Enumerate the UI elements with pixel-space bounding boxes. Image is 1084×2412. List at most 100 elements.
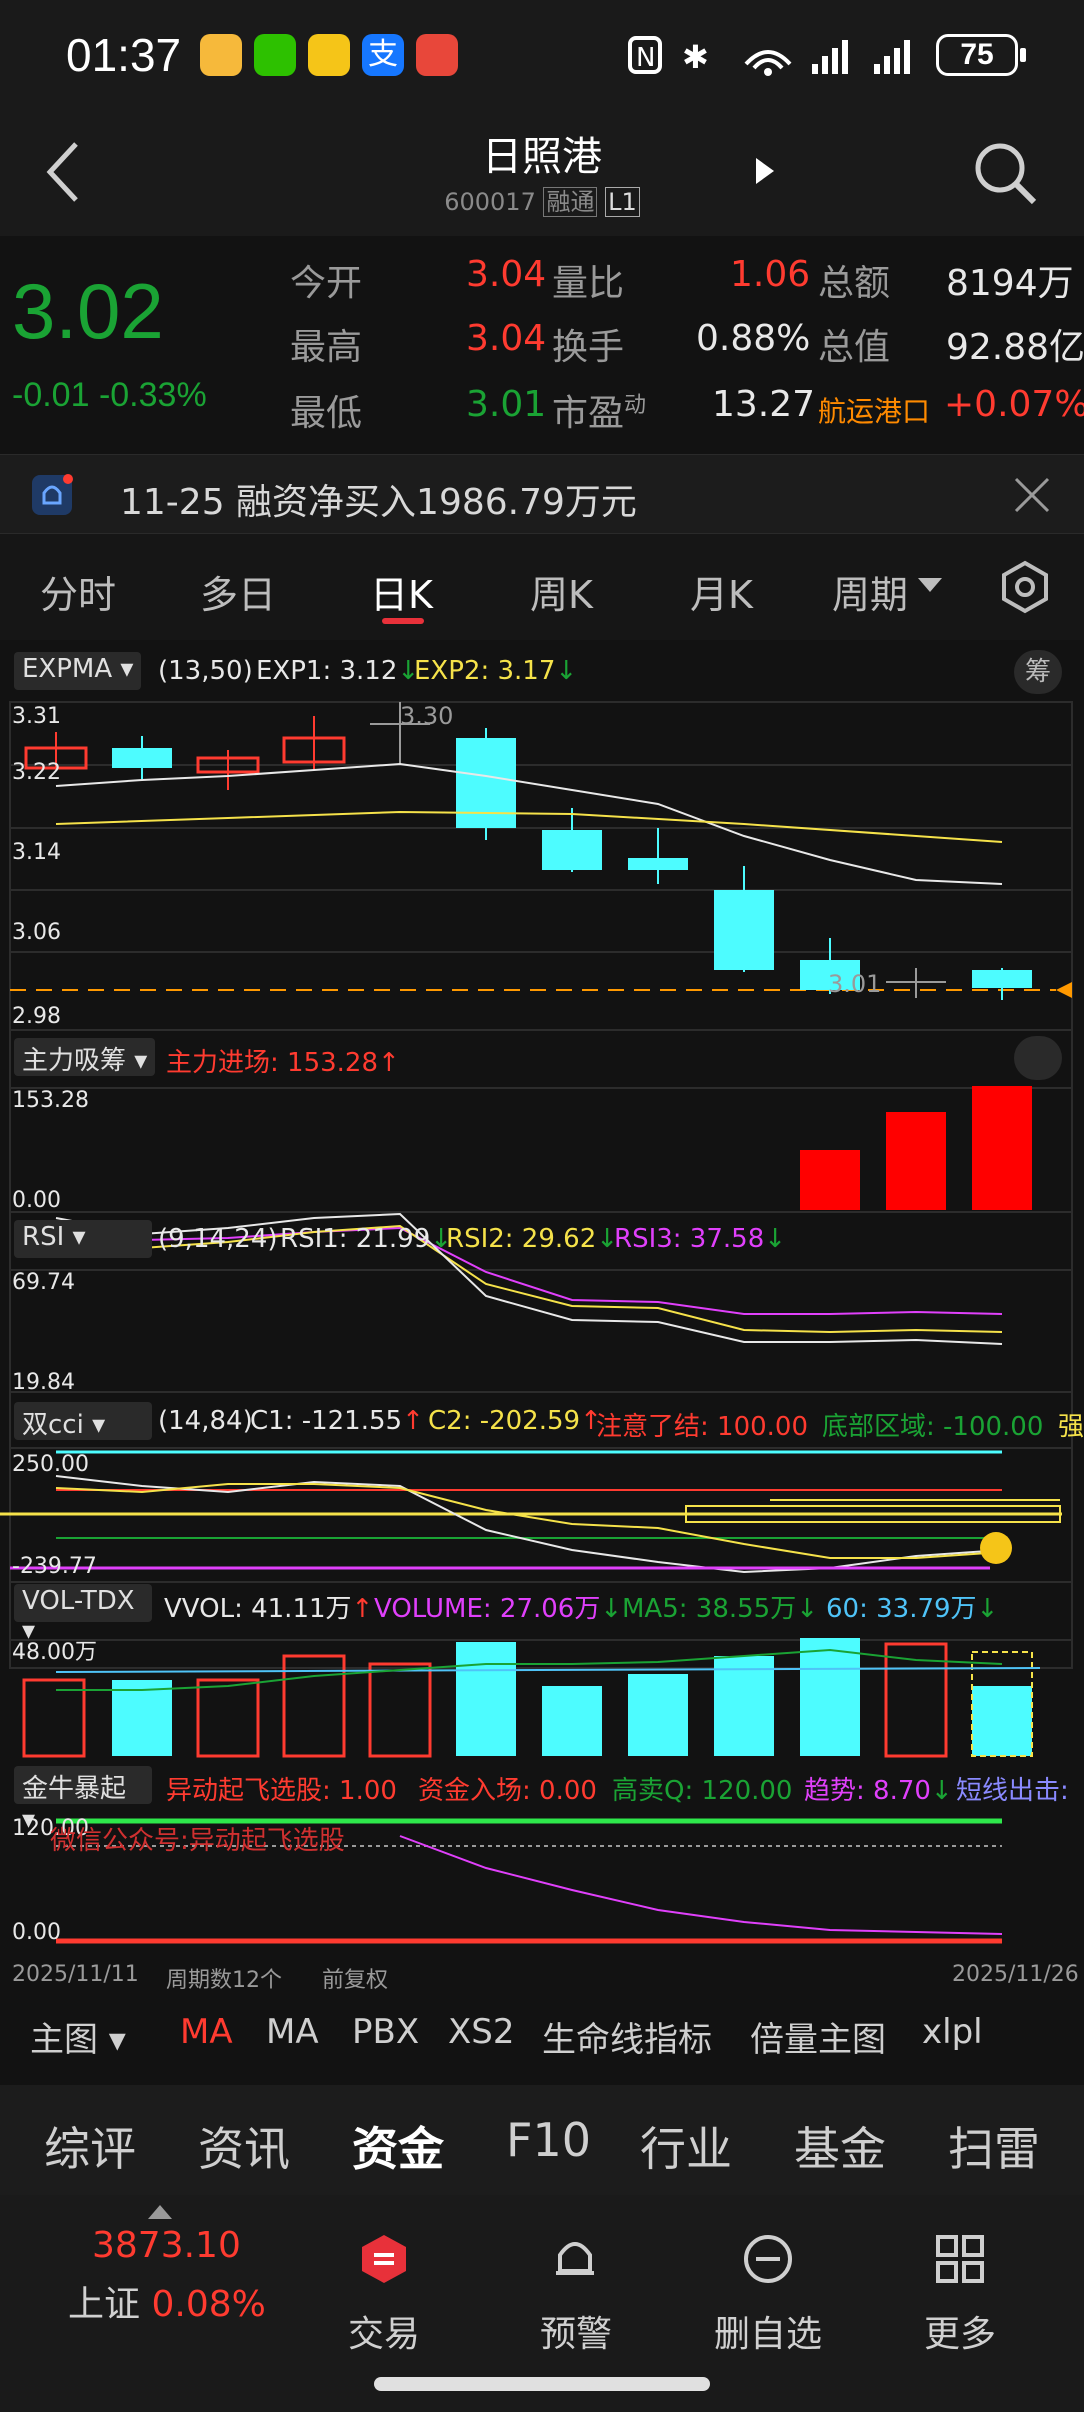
chevron-up-icon: [148, 2205, 172, 2219]
tab-multiday[interactable]: 多日: [200, 564, 276, 619]
bottom-bar: 3873.10 上证 0.08% 交易 预警 删自选 更多: [0, 2195, 1084, 2412]
indicator-double-volume[interactable]: 倍量主图: [750, 2012, 886, 2061]
alert-bell-icon: [556, 2242, 594, 2275]
tab-intraday[interactable]: 分时: [40, 564, 116, 619]
tab-weekly-k[interactable]: 周K: [530, 564, 593, 619]
bell-icon: [32, 474, 73, 515]
indicator-pbx[interactable]: PBX: [352, 2012, 419, 2052]
indicator-ma[interactable]: MA: [266, 2012, 319, 2052]
market-cap-value: 92.88亿: [946, 327, 1084, 368]
expand-icon[interactable]: [1014, 1036, 1062, 1080]
axis-label-price-2: 3.22: [12, 760, 61, 785]
battery-indicator: 75: [936, 34, 1018, 76]
open-label: 今开: [290, 263, 363, 304]
indicator-xs2[interactable]: XS2: [448, 2012, 515, 2052]
settings-icon[interactable]: [1000, 560, 1050, 614]
tab-risk-scan[interactable]: 扫雷: [948, 2113, 1040, 2179]
vvol-value: VVOL: 41.11万↑: [164, 1594, 374, 1624]
tab-industry[interactable]: 行业: [640, 2113, 732, 2179]
jinniu-axis-bottom: 0.00: [12, 1920, 61, 1945]
turnover-rate-label: 换手: [552, 327, 625, 368]
ma60-value: 60: 33.79万↓: [826, 1594, 999, 1624]
high-label: 最高: [290, 327, 363, 368]
sector-name[interactable]: 航运港口: [818, 390, 930, 430]
vol-indicator-button[interactable]: VOL-TDX ▾: [14, 1584, 152, 1646]
pe-value: 13.27: [712, 384, 816, 425]
rsi3-value: RSI3: 37.58↓: [614, 1224, 787, 1254]
tab-monthly-k[interactable]: 月K: [690, 564, 753, 619]
cci-indicator-button[interactable]: 双cci ▾: [14, 1402, 152, 1440]
level-tag: L1: [605, 187, 640, 217]
home-indicator[interactable]: [374, 2377, 710, 2391]
margin-tag: 融通: [543, 187, 598, 217]
high-value: 3.04: [466, 318, 547, 359]
zhuli-indicator-button[interactable]: 主力吸筹 ▾: [14, 1038, 156, 1076]
trade-icon: [362, 2235, 406, 2283]
notice-bar[interactable]: 11-25 融资净买入1986.79万元: [0, 454, 1084, 534]
search-icon[interactable]: [972, 140, 1038, 206]
notice-text: 11-25 融资净买入1986.79万元: [120, 482, 637, 523]
tab-funds[interactable]: 资金: [352, 2113, 444, 2179]
indicator-ma-active[interactable]: MA: [180, 2012, 233, 2052]
axis-label-price-1: 3.31: [12, 704, 61, 729]
ma5-value: MA5: 38.55万↓: [622, 1594, 819, 1624]
volume-value: VOLUME: 27.06万↓: [374, 1594, 623, 1624]
open-value: 3.04: [466, 254, 547, 295]
remove-favorite-button[interactable]: 删自选: [688, 2305, 848, 2357]
trade-button[interactable]: 交易: [304, 2305, 464, 2357]
cci-c2: C2: -202.59↑: [428, 1406, 602, 1436]
watermark-text: 微信公众号:异动起飞选股: [50, 1826, 345, 1856]
more-button[interactable]: 更多: [880, 2305, 1040, 2357]
cci-c1: C1: -121.55↑: [250, 1406, 424, 1436]
index-value[interactable]: 3873.10: [92, 2225, 241, 2266]
indicator-xlpl[interactable]: xlpl: [922, 2012, 983, 2052]
tab-f10[interactable]: F10: [506, 2113, 591, 2167]
jinniu-e: 短线出击:: [956, 1776, 1069, 1806]
turnover-rate-value: 0.88%: [696, 318, 811, 359]
info-tabs: 综评 资讯 资金 F10 行业 基金 扫雷: [0, 2085, 1084, 2195]
zhuli-value: 主力进场: 153.28↑: [166, 1048, 400, 1078]
tab-fund[interactable]: 基金: [794, 2113, 886, 2179]
tab-overview[interactable]: 综评: [44, 2113, 136, 2179]
tab-news[interactable]: 资讯: [198, 2113, 290, 2179]
market-cap-label: 总值: [818, 327, 891, 368]
wechat-app-icon: [254, 34, 296, 76]
pe-label: 市盈动: [552, 393, 647, 434]
index-line[interactable]: 上证 0.08%: [68, 2275, 266, 2327]
turnover-amount-label: 总额: [818, 263, 891, 304]
next-stock-icon[interactable]: [752, 154, 778, 188]
date-end: 2025/11/26: [952, 1962, 1079, 1987]
zhuli-axis-bottom: 0.00: [12, 1188, 61, 1213]
tab-daily-k[interactable]: 日K: [370, 564, 433, 619]
chevron-down-icon: [918, 578, 942, 592]
alert-button[interactable]: 预警: [496, 2305, 656, 2357]
axis-label-price-4: 3.06: [12, 920, 61, 945]
volume-ratio-label: 量比: [552, 263, 625, 304]
quote-panel: 3.02 -0.01 -0.33% 今开 3.04 量比 1.06 总额 819…: [0, 236, 1084, 454]
change-percent: -0.33%: [98, 376, 207, 414]
main-chart-selector[interactable]: 主图 ▾: [30, 2012, 126, 2061]
rsi-axis-top: 69.74: [12, 1270, 75, 1295]
low-label: 最低: [290, 393, 363, 434]
stock-header: 日照港 600017 融通 L1: [0, 110, 1084, 236]
mail-app-icon: [200, 34, 242, 76]
cci-strong: 强: [1058, 1412, 1084, 1442]
jinniu-indicator-button[interactable]: 金牛暴起 ▾: [14, 1766, 152, 1835]
cci-bottom-zone: 底部区域: -100.00: [822, 1412, 1044, 1442]
rsi-axis-bottom: 19.84: [12, 1370, 75, 1395]
main-indicator-bar: 主图 ▾ MA MA PBX XS2 生命线指标 倍量主图 xlpl: [0, 1994, 1084, 2074]
rsi2-value: RSI2: 29.62↓: [446, 1224, 619, 1254]
adjust-mode[interactable]: 前复权: [322, 1962, 388, 1994]
indicator-lifeline[interactable]: 生命线指标: [542, 2012, 712, 2061]
stock-code-line: 600017 融通 L1: [0, 182, 1084, 217]
stock-name: 日照港: [482, 134, 602, 180]
tab-period[interactable]: 周期: [832, 564, 908, 619]
jinniu-d: 趋势: 8.70↓: [804, 1776, 953, 1806]
kline-chart-area[interactable]: EXPMA ▾ (13,50) EXP1: 3.12↓ EXP2: 3.17↓ …: [0, 640, 1084, 1993]
more-grid-icon: [936, 2235, 984, 2283]
rsi-indicator-button[interactable]: RSI ▾: [14, 1220, 152, 1258]
status-icons: N ✱: [628, 36, 910, 76]
current-price: 3.02: [12, 267, 164, 355]
close-icon[interactable]: [1012, 475, 1052, 515]
price-change: -0.01 -0.33%: [12, 376, 207, 415]
